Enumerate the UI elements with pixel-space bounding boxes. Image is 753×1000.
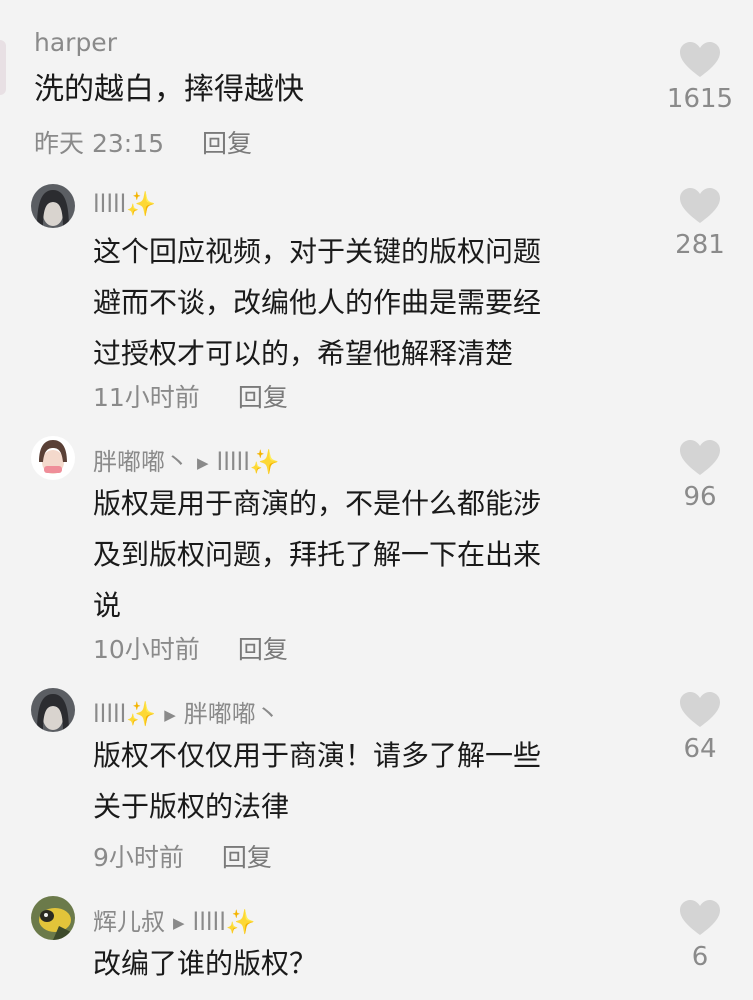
reply-button[interactable]: 回复 xyxy=(238,383,288,412)
comment-text-line: 过授权才可以的，希望他解释清楚 xyxy=(93,337,514,370)
sparkle-icon: ✨ xyxy=(249,448,280,476)
heart-icon[interactable] xyxy=(680,692,720,728)
sparkle-icon: ✨ xyxy=(225,908,256,936)
like-button[interactable]: 64 xyxy=(660,692,740,764)
comment-text-line: 及到版权问题，拜托了解一下在出来 xyxy=(93,538,542,571)
like-button[interactable]: 96 xyxy=(660,440,740,512)
username-text[interactable]: 胖嘟嘟丶 xyxy=(93,448,189,476)
like-button[interactable]: 281 xyxy=(660,188,740,260)
comment-text: 这个回应视频，对于关键的版权问题 避而不谈，改编他人的作曲是需要经 过授权才可以… xyxy=(93,226,541,379)
sparkle-icon: ✨ xyxy=(126,190,157,218)
like-button[interactable]: 1615 xyxy=(660,42,740,114)
comment-text-line: 版权不仅仅用于商演！请多了解一些 xyxy=(93,739,542,772)
comment-meta: 昨天 23:15 回复 xyxy=(34,124,252,160)
reply-to-username[interactable]: lllll xyxy=(193,908,226,936)
reply-button[interactable]: 回复 xyxy=(222,843,272,872)
heart-icon[interactable] xyxy=(680,900,720,936)
comment-meta: 11小时前 回复 xyxy=(93,378,288,414)
play-triangle-icon: ▶ xyxy=(197,454,209,472)
avatar[interactable] xyxy=(31,896,75,940)
comment-meta: 10小时前 回复 xyxy=(93,630,288,666)
comment-meta: 9小时前 回复 xyxy=(93,838,272,874)
heart-icon[interactable] xyxy=(680,188,720,224)
like-count: 281 xyxy=(675,230,725,260)
avatar[interactable] xyxy=(31,688,75,732)
like-button[interactable]: 6 xyxy=(660,900,740,972)
comment-text-line: 说 xyxy=(93,589,122,622)
comment-time: 11小时前 xyxy=(93,383,200,412)
comment-username: 胖嘟嘟丶 ▶ lllll✨ xyxy=(93,442,280,477)
username-text[interactable]: 辉儿叔 xyxy=(93,908,165,936)
reply-button[interactable]: 回复 xyxy=(238,635,288,664)
play-triangle-icon: ▶ xyxy=(173,914,185,932)
comment-username: 辉儿叔 ▶ lllll✨ xyxy=(93,902,256,937)
comment-time: 10小时前 xyxy=(93,635,200,664)
like-count: 64 xyxy=(683,734,717,764)
comment-text: 版权不仅仅用于商演！请多了解一些 关于版权的法律 xyxy=(93,730,541,832)
reply-to-username[interactable]: lllll xyxy=(217,448,250,476)
comment-username[interactable]: harper xyxy=(34,28,117,57)
comment-text-line: 关于版权的法律 xyxy=(93,790,290,823)
username-text[interactable]: lllll xyxy=(93,190,126,218)
comment-text-line: 这个回应视频，对于关键的版权问题 xyxy=(93,235,542,268)
reply-to-username[interactable]: 胖嘟嘟丶 xyxy=(184,700,280,728)
avatar[interactable] xyxy=(31,436,75,480)
comment-text-line: 避而不谈，改编他人的作曲是需要经 xyxy=(93,286,542,319)
heart-icon[interactable] xyxy=(680,440,720,476)
avatar[interactable] xyxy=(31,184,75,228)
like-count: 1615 xyxy=(666,84,734,114)
comment-text: 版权是用于商演的，不是什么都能涉 及到版权问题，拜托了解一下在出来 说 xyxy=(93,478,541,631)
sparkle-icon: ✨ xyxy=(126,700,157,728)
comment-time: 9小时前 xyxy=(93,843,184,872)
comment-time: 昨天 23:15 xyxy=(34,129,164,158)
username-text[interactable]: lllll xyxy=(93,700,126,728)
comment-text: 洗的越白，摔得越快 xyxy=(34,72,304,107)
reply-button[interactable]: 回复 xyxy=(202,129,252,158)
like-count: 6 xyxy=(691,942,709,972)
comment-username[interactable]: lllll✨ xyxy=(93,190,156,218)
like-count: 96 xyxy=(683,482,717,512)
previous-panel-edge xyxy=(0,40,6,95)
heart-icon[interactable] xyxy=(680,42,720,78)
comment-text: 改编了谁的版权？ xyxy=(93,947,318,980)
play-triangle-icon: ▶ xyxy=(164,706,176,724)
comment-text-line: 版权是用于商演的，不是什么都能涉 xyxy=(93,487,542,520)
comment-username: lllll✨ ▶ 胖嘟嘟丶 xyxy=(93,694,280,729)
